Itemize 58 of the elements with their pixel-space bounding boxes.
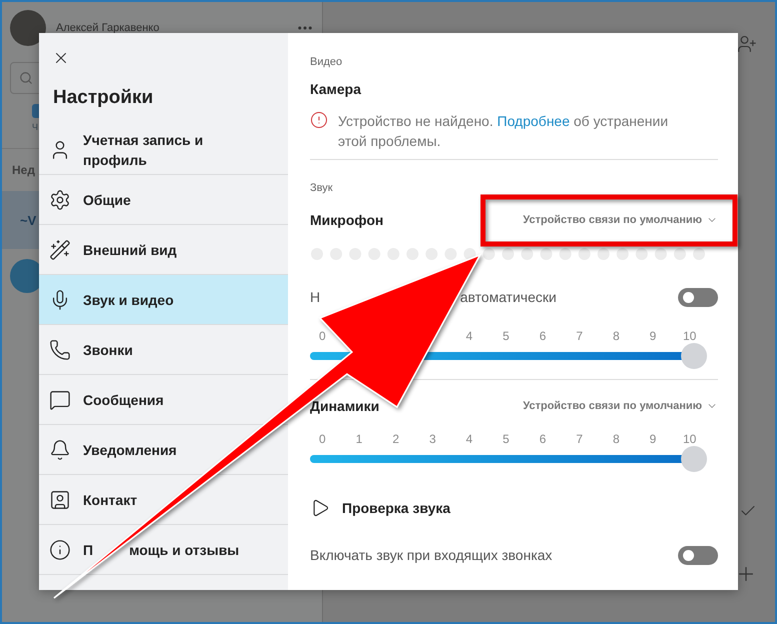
auto-adjust-toggle[interactable] <box>678 288 718 306</box>
speakers-dropdown[interactable]: Устройство связи по умолчанию <box>522 400 718 412</box>
tick-label: 8 <box>612 329 620 343</box>
microphone-dropdown[interactable]: Устройство связи по умолчанию <box>522 214 718 226</box>
nav-item[interactable]: Уведомления <box>39 425 225 474</box>
camera-label: Камера <box>310 81 361 97</box>
nav-item[interactable]: Звонки <box>39 325 225 374</box>
bell-icon <box>49 438 71 460</box>
nav-item[interactable]: Контакт <box>39 475 225 524</box>
nav-label: П <box>83 542 94 558</box>
microphone-label: Микрофон <box>310 212 384 228</box>
add-person-icon[interactable] <box>737 34 757 54</box>
wand-icon <box>49 238 71 260</box>
user-name: Алексей Гаркавенко <box>56 22 160 34</box>
section-heading: Видео <box>310 55 344 70</box>
auto-adjust-label: Н <box>310 289 320 305</box>
tick-label: 2 <box>392 432 400 446</box>
search-icon <box>19 71 33 85</box>
info-icon <box>49 538 71 560</box>
slider-thumb[interactable] <box>681 343 707 369</box>
tick-label: 7 <box>576 329 583 343</box>
warning-icon <box>310 111 328 129</box>
tick-label: 3 <box>429 432 436 446</box>
sound-test-button[interactable]: Проверка звука <box>310 497 450 519</box>
tick-label: 10 <box>682 432 696 446</box>
nav-item[interactable]: Звук и видео <box>39 275 288 324</box>
tick-label: 1 <box>356 432 362 446</box>
tick-label: 4 <box>466 329 473 343</box>
incoming-sound-label: Включать звук при входящих звонках <box>310 547 552 563</box>
details-link[interactable]: Подробнее <box>497 113 570 129</box>
phone-icon <box>49 338 71 360</box>
incoming-sound-toggle[interactable] <box>678 546 718 564</box>
volume-slider[interactable] <box>310 446 706 472</box>
nav-item[interactable]: П мощь и отзывы <box>39 525 242 574</box>
message-icon <box>49 388 71 410</box>
tick-label: 9 <box>650 329 656 343</box>
avatar[interactable] <box>10 10 46 46</box>
error-message: Устройство не найдено. Подробнее об устранении этой проблемы. <box>338 112 670 151</box>
settings-title: Настройки <box>53 86 154 110</box>
tick-label: 8 <box>612 432 620 446</box>
contact-card-icon <box>49 488 71 510</box>
nav-item[interactable]: Внешний вид <box>39 225 225 274</box>
speakers-label: Динамики <box>310 398 380 414</box>
tick-label: 5 <box>502 329 510 343</box>
tick-label: 0 <box>319 329 326 343</box>
tick-label: 7 <box>576 432 583 446</box>
tick-label: 6 <box>539 432 546 446</box>
nav-item[interactable]: Сообщения <box>39 375 225 424</box>
slider-thumb[interactable] <box>681 446 707 472</box>
auto-adjust-label: автоматически <box>460 289 556 305</box>
tick-label: 6 <box>539 329 546 343</box>
tick-label: 9 <box>650 432 656 446</box>
tick-label: 5 <box>502 432 510 446</box>
settings-icon <box>49 188 71 210</box>
nav-label: мощь и отзывы <box>129 542 240 558</box>
tick-label: 4 <box>466 432 473 446</box>
tick-label: 10 <box>682 329 696 343</box>
tick-label: 0 <box>319 432 326 446</box>
